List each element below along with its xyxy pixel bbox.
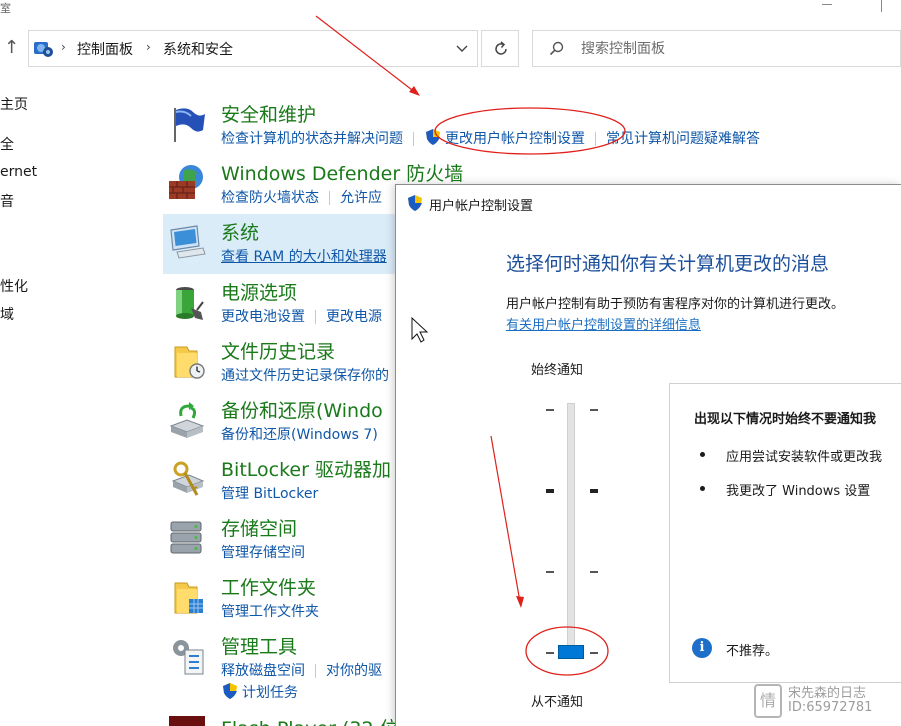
category-title[interactable]: 安全和维护: [221, 100, 316, 127]
firewall-icon: [169, 165, 203, 199]
admin-tools-icon: [173, 640, 204, 675]
nav-item-internet[interactable]: ernet: [0, 164, 37, 180]
watermark-line2: ID:65972781: [788, 700, 873, 715]
uac-shield-icon: [408, 195, 422, 211]
slider-tick: [590, 489, 598, 493]
uac-details-link[interactable]: 有关用户帐户控制设置的详细信息: [506, 314, 701, 333]
storage-drives-icon: [170, 521, 202, 554]
search-box[interactable]: [532, 30, 901, 67]
refresh-button[interactable]: [481, 30, 519, 67]
category-title[interactable]: 系统: [221, 218, 259, 245]
slider-bottom-label: 从不通知: [531, 695, 584, 710]
dialog-description: 用户帐户控制有助于预防有害程序对你的计算机进行更改。: [506, 297, 845, 312]
category-security-maintenance: 安全和维护 检查计算机的状态并解决问题 更改用户帐户控制设置 常见计算机问题疑难解答: [163, 100, 901, 156]
slider-tick: [590, 652, 598, 654]
manage-storage-link[interactable]: 管理存储空间: [221, 545, 305, 561]
file-history-link[interactable]: 通过文件历史记录保存你的: [221, 368, 389, 384]
category-title[interactable]: 管理工具: [221, 632, 297, 659]
category-title[interactable]: Windows Defender 防火墙: [221, 159, 463, 186]
watermark: 情 宋先森的日志 ID:65972781: [752, 680, 901, 726]
bitlocker-key-icon: [171, 461, 205, 496]
uac-settings-dialog: 用户帐户控制设置 选择何时通知你有关计算机更改的消息 用户帐户控制有助于预防有害…: [395, 184, 901, 726]
breadcrumb-control-panel[interactable]: 控制面板: [77, 39, 133, 59]
category-title[interactable]: 存储空间: [221, 514, 297, 541]
folder-clock-icon: [174, 346, 205, 379]
search-icon: [549, 41, 564, 56]
dialog-title: 用户帐户控制设置: [429, 199, 534, 214]
notification-slider-track[interactable]: [567, 403, 575, 653]
dialog-titlebar[interactable]: 用户帐户控制设置: [396, 185, 901, 221]
breadcrumb-separator-icon: ›: [146, 40, 151, 54]
panel-note: 不推荐。: [726, 644, 779, 659]
panel-heading: 出现以下情况时始终不要通知我: [694, 412, 877, 427]
search-input[interactable]: [581, 37, 881, 61]
category-title[interactable]: 文件历史记录: [221, 337, 335, 364]
category-title[interactable]: BitLocker 驱动器加: [221, 455, 391, 482]
nav-item-region[interactable]: 域: [0, 304, 14, 324]
slider-top-label: 始终通知: [531, 363, 584, 378]
uac-shield-icon: [426, 129, 440, 145]
panel-bullet: 应用尝试安装软件或更改我: [700, 446, 882, 465]
battery-icon: [176, 287, 204, 320]
nav-item-personalization[interactable]: 性化: [0, 276, 28, 296]
window-top-strip: 室: [0, 0, 901, 18]
slider-tick: [590, 571, 598, 573]
flash-player-icon: [169, 716, 205, 726]
watermark-logo-icon: 情: [754, 684, 782, 718]
refresh-icon: [495, 41, 507, 55]
up-arrow-icon[interactable]: ↑: [4, 38, 20, 58]
power-button-link[interactable]: 更改电源: [326, 309, 382, 325]
chevron-down-icon[interactable]: [454, 38, 470, 58]
change-uac-settings-link[interactable]: 更改用户帐户控制设置: [445, 131, 585, 147]
check-firewall-link[interactable]: 检查防火墙状态: [221, 190, 319, 206]
manage-bitlocker-link[interactable]: 管理 BitLocker: [221, 486, 318, 502]
battery-settings-link[interactable]: 更改电池设置: [221, 309, 305, 325]
allow-app-link[interactable]: 允许应: [340, 190, 382, 206]
work-folder-icon: [174, 582, 203, 614]
category-title[interactable]: 电源选项: [221, 278, 297, 305]
address-bar[interactable]: › 控制面板 › 系统和安全: [28, 30, 478, 67]
watermark-line1: 宋先森的日志: [788, 686, 867, 701]
control-panel-icon: [34, 42, 53, 57]
backup-restore-link[interactable]: 备份和还原(Windows 7): [221, 427, 378, 443]
category-title[interactable]: 工作文件夹: [221, 573, 316, 600]
category-title[interactable]: 备份和还原(Windo: [221, 396, 383, 423]
defragment-link[interactable]: 对你的驱: [326, 663, 382, 679]
view-ram-link[interactable]: 查看 RAM 的大小和处理器: [221, 249, 387, 265]
manage-work-folders-link[interactable]: 管理工作文件夹: [221, 604, 319, 620]
check-status-link[interactable]: 检查计算机的状态并解决问题: [221, 131, 403, 147]
slider-tick: [546, 409, 554, 411]
info-icon: i: [692, 638, 712, 658]
slider-tick: [546, 489, 554, 493]
notification-slider-thumb[interactable]: [558, 645, 584, 659]
troubleshoot-link[interactable]: 常见计算机问题疑难解答: [606, 131, 760, 147]
task-scheduler-link[interactable]: 计划任务: [242, 685, 298, 701]
computer-icon: [170, 225, 206, 259]
panel-bullet: 我更改了 Windows 设置: [700, 480, 870, 499]
nav-item-home[interactable]: 主页: [0, 94, 28, 114]
breadcrumb-system-security[interactable]: 系统和安全: [163, 39, 233, 59]
breadcrumb-separator-icon: ›: [61, 40, 66, 54]
nav-item-sound[interactable]: 音: [0, 191, 14, 211]
slider-tick: [590, 409, 598, 411]
backup-icon: [169, 402, 205, 438]
window-title-fragment: 室: [0, 2, 11, 15]
flag-icon: [174, 108, 205, 142]
slider-tick: [546, 652, 554, 654]
uac-shield-icon: [223, 683, 237, 699]
maximize-edge: [881, 0, 882, 12]
level-description-panel: 出现以下情况时始终不要通知我 应用尝试安装软件或更改我 我更改了 Windows…: [669, 383, 901, 683]
dialog-heading: 选择何时通知你有关计算机更改的消息: [506, 253, 830, 275]
disk-cleanup-link[interactable]: 释放磁盘空间: [221, 663, 305, 679]
category-title[interactable]: Flash Player (32 位: [221, 714, 399, 726]
slider-tick: [546, 571, 554, 573]
minimize-icon[interactable]: [818, 0, 836, 10]
nav-item-security[interactable]: 全: [0, 134, 14, 154]
